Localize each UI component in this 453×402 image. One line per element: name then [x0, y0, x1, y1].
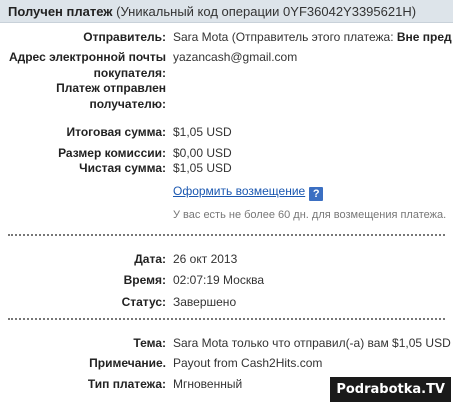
sender-status: Вне пред [396, 30, 452, 44]
sender-value: Sara Mota (Отправитель этого платежа: Вн… [173, 29, 452, 45]
help-icon[interactable]: ? [309, 187, 324, 201]
divider-2 [8, 318, 445, 320]
time-label: Время: [123, 273, 166, 287]
page-header: Получен платеж (Уникальный код операции … [0, 0, 453, 23]
note-label: Примечание. [89, 356, 166, 370]
operation-code: (Уникальный код операции 0YF36042Y339562… [116, 4, 417, 19]
paid-to-label-line1: Платеж отправлен [56, 81, 166, 95]
total-value: $1,05 USD [173, 125, 232, 139]
issue-refund-link[interactable]: Оформить возмещение [173, 184, 305, 198]
fee-label: Размер комиссии: [58, 146, 166, 160]
subject-value: Sara Mota только что отправил(-а) вам $1… [173, 336, 451, 350]
net-label: Чистая сумма: [79, 161, 166, 175]
type-value: Мгновенный [173, 377, 243, 391]
status-label: Статус: [121, 295, 166, 309]
type-label: Тип платежа: [87, 377, 166, 391]
page-title: Получен платеж (Уникальный код операции … [8, 4, 416, 19]
subject-label: Тема: [133, 336, 166, 350]
fee-value: $0,00 USD [173, 146, 232, 160]
net-value: $1,05 USD [173, 161, 232, 175]
sender-label: Отправитель: [83, 30, 166, 44]
divider-1 [8, 234, 445, 236]
refund-note: У вас есть не более 60 дн. для возмещени… [173, 209, 447, 221]
email-value: yazancash@gmail.com [173, 50, 298, 64]
status-value: Завершено [173, 295, 237, 309]
time-value: 02:07:19 Москва [173, 273, 265, 287]
payment-received-title: Получен платеж [8, 4, 113, 19]
date-label: Дата: [134, 252, 166, 266]
note-value: Payout from Cash2Hits.com [173, 356, 323, 370]
sender-name: Sara Mota (Отправитель этого платежа: [173, 30, 397, 44]
email-label-line2: покупателя: [93, 66, 166, 80]
refund-cell: Оформить возмещение? [173, 183, 324, 201]
total-label: Итоговая сумма: [66, 125, 166, 139]
email-label-line1: Адрес электронной почты [8, 50, 166, 64]
paid-to-label-line2: получателю: [89, 97, 166, 111]
watermark-logo: Podrabotka.TV [330, 377, 451, 402]
date-value: 26 окт 2013 [173, 252, 238, 266]
